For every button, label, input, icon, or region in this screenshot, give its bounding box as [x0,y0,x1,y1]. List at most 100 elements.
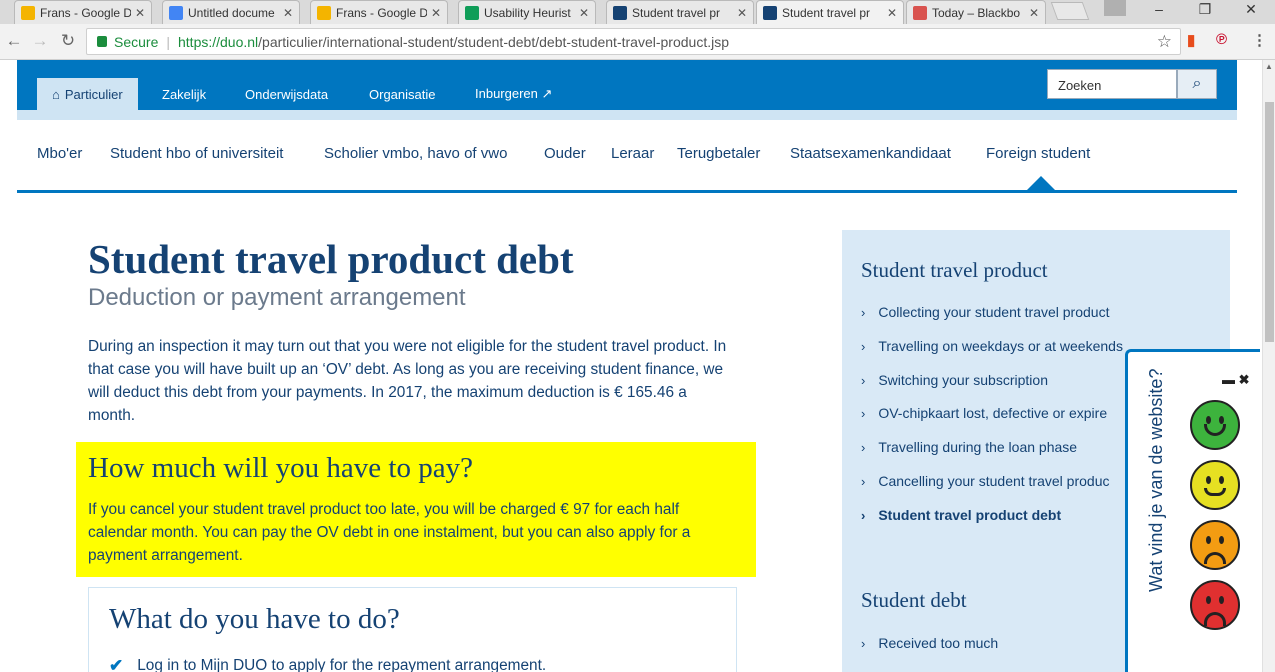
happy-smiley-icon[interactable] [1190,460,1240,510]
nav-organisatie[interactable]: Organisatie [354,78,450,110]
sidebar-link-label: Cancelling your student travel produc [878,473,1110,489]
google-docs-icon [169,5,183,20]
browser-tab[interactable]: Today – Blackbo ✕ [906,0,1046,24]
subnav-item[interactable]: Terugbetaler [677,145,760,162]
close-icon[interactable]: ✕ [887,6,897,20]
window-close-icon[interactable]: ✕ [1236,0,1266,20]
widget-controls: ▬ ✖ [1222,372,1250,388]
eye [1206,476,1211,484]
close-icon[interactable]: ✕ [283,6,293,20]
scroll-thumb[interactable] [1265,102,1274,342]
very-unhappy-smiley-icon[interactable] [1190,580,1240,630]
browser-tab[interactable]: Student travel pr ✕ [606,0,754,24]
subnav-item[interactable]: Ouder [544,145,586,162]
browser-tab[interactable]: Frans - Google D ✕ [310,0,448,24]
subnav-item[interactable]: Mbo'er [37,145,82,162]
close-icon[interactable]: ✕ [135,6,145,20]
browser-tab-active[interactable]: Student travel pr ✕ [756,0,904,24]
header-band [17,110,1237,120]
bookmark-star-icon[interactable]: ☆ [1157,32,1172,52]
sidebar-link-label: Travelling during the loan phase [878,439,1078,455]
pinterest-extension-icon[interactable]: ℗ [1216,31,1227,48]
feedback-widget: ▬ ✖ Wat vind je van de website? [1125,349,1260,672]
back-icon[interactable]: ← [4,31,24,51]
nav-onderwijsdata[interactable]: Onderwijsdata [230,78,343,110]
sidebar-link-label: Received too much [878,635,999,651]
close-icon[interactable]: ✕ [1029,6,1039,20]
search-input[interactable]: Zoeken [1047,69,1177,99]
restore-icon[interactable]: ❐ [1190,0,1220,20]
subnav-item[interactable]: Scholier vmbo, havo of vwo [324,145,507,162]
home-icon: ⌂ [52,86,60,102]
subnav-item[interactable]: Staatsexamenkandidaat [790,145,951,162]
chevron-right-icon: › [861,405,866,421]
highlight-box: How much will you have to pay? If you ca… [76,442,756,577]
duo-icon [763,5,777,20]
search-button[interactable]: ⌕ [1177,69,1217,99]
browser-tab[interactable]: Frans - Google D ✕ [14,0,152,24]
tab-title: Frans - Google D [336,5,427,20]
tab-title: Today – Blackbo [932,5,1021,20]
sidebar-link[interactable]: › Travelling on weekdays or at weekends [861,338,1123,354]
tab-title: Student travel pr [782,5,871,20]
page-title: Student travel product debt [88,236,574,282]
sidebar-link-label: OV-chipkaart lost, defective or expire [878,405,1108,421]
sidebar-link[interactable]: › Received too much [861,635,998,651]
close-widget-icon[interactable]: ✖ [1239,372,1250,387]
nav-particulier[interactable]: ⌂ Particulier [37,78,138,110]
browser-tab[interactable]: Usability Heurist ✕ [458,0,596,24]
office-extension-icon[interactable]: ▮ [1187,31,1195,49]
sidebar-link[interactable]: › OV-chipkaart lost, defective or expire [861,405,1107,421]
chevron-right-icon: › [861,338,866,354]
blackboard-icon [913,5,927,20]
nav-label: Organisatie [369,86,436,102]
url-input[interactable]: Secure | https://duo.nl/particulier/inte… [86,28,1181,55]
subnav-item[interactable]: Leraar [611,145,654,162]
tab-title: Untitled docume [188,5,275,20]
new-tab-button[interactable] [1050,2,1090,20]
lock-icon [97,36,107,47]
sidebar-link[interactable]: › Cancelling your student travel produc [861,473,1109,489]
close-icon[interactable]: ✕ [737,6,747,20]
sidebar-link-current[interactable]: › Student travel product debt [861,507,1061,523]
close-icon[interactable]: ✕ [431,6,441,20]
chevron-right-icon: › [861,635,866,651]
chevron-right-icon: › [861,507,866,523]
minimize-icon[interactable]: – [1144,0,1174,20]
pay-heading: How much will you have to pay? [88,452,473,484]
page-scrollbar[interactable]: ▲ [1262,60,1275,672]
sidebar-heading: Student travel product [861,258,1048,282]
duo-icon [613,5,627,20]
profile-icon[interactable] [1104,0,1126,16]
todo-heading: What do you have to do? [109,603,400,635]
eye [1219,416,1224,424]
sidebar-link-label: Collecting your student travel product [878,304,1110,320]
nav-inburgeren[interactable]: Inburgeren ↗ [460,78,567,110]
reload-icon[interactable]: ↻ [58,31,78,51]
close-icon[interactable]: ✕ [579,6,589,20]
checkmark-icon: ✔ [109,656,124,672]
eye [1219,596,1224,604]
scroll-up-icon[interactable]: ▲ [1265,62,1273,71]
sidebar-link[interactable]: › Switching your subscription [861,372,1048,388]
secure-label: Secure [114,33,159,50]
nav-zakelijk[interactable]: Zakelijk [147,78,221,110]
mouth [1204,424,1226,436]
unhappy-smiley-icon[interactable] [1190,520,1240,570]
todo-item-text: Log in to Mijn DUO to apply for the repa… [137,657,547,672]
active-subnav-indicator [1026,176,1056,191]
browser-tab[interactable]: Untitled docume ✕ [162,0,300,24]
minimize-widget-icon[interactable]: ▬ [1222,372,1235,387]
sidebar-heading: Student debt [861,588,967,612]
sidebar-link[interactable]: › Travelling during the loan phase [861,439,1077,455]
search-icon: ⌕ [1192,75,1202,92]
subnav-item-active[interactable]: Foreign student [986,145,1090,162]
todo-box: What do you have to do? ✔ Log in to Mijn… [88,587,737,672]
forward-icon[interactable]: → [30,31,50,51]
very-happy-smiley-icon[interactable] [1190,400,1240,450]
sidebar-link[interactable]: › Collecting your student travel product [861,304,1109,320]
nav-label: Onderwijsdata [245,86,329,102]
feedback-question: Wat vind je van de website? [1146,368,1166,592]
subnav-item[interactable]: Student hbo of universiteit [110,145,283,162]
menu-icon[interactable]: ⋮ [1252,31,1267,49]
